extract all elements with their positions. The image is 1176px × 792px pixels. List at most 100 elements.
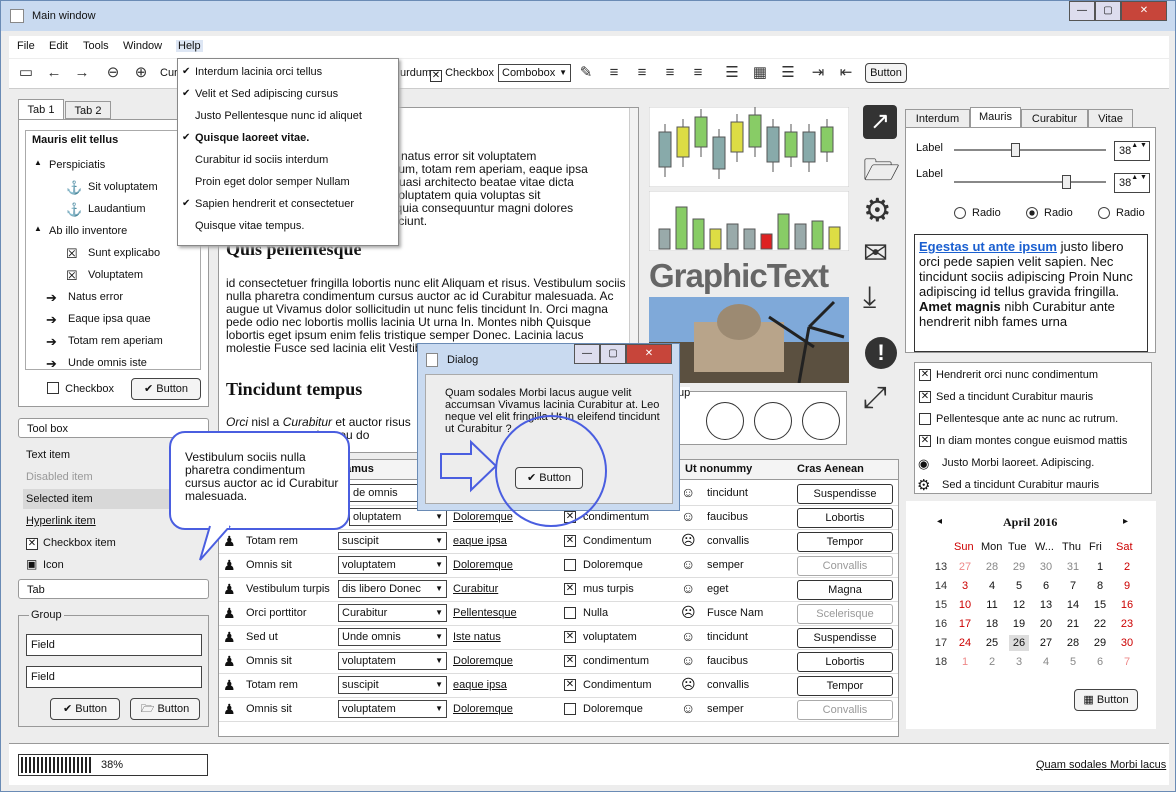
row-combobox[interactable]: voluptatem (338, 700, 447, 718)
right-tab[interactable]: Vitae (1088, 109, 1133, 127)
row-combobox[interactable]: Unde omnis (338, 628, 447, 646)
checkbox-box[interactable] (47, 382, 59, 394)
tree-item-label[interactable]: Sit voluptatem (88, 181, 158, 193)
row-combobox[interactable]: Curabitur (338, 604, 447, 622)
gear-icon[interactable]: ⚙ (863, 191, 892, 229)
arrow-circle-icon[interactable]: ➔ (46, 356, 57, 372)
calendar-day[interactable]: 4 (982, 580, 1002, 592)
zoom-in-icon[interactable]: ⊕ (132, 64, 150, 82)
help-menu-item[interactable]: Quisque vitae tempus. (178, 217, 398, 237)
help-menu-item[interactable]: ✔ Interdum lacinia orci tellus (178, 63, 398, 83)
calendar-day[interactable]: 4 (1036, 656, 1056, 668)
arrow-circle-icon[interactable]: ➔ (46, 334, 57, 350)
checkbox-box[interactable]: ✕ (26, 538, 38, 550)
row-button[interactable]: Lobortis (797, 508, 893, 528)
calendar-day[interactable]: 22 (1090, 618, 1110, 630)
align-right-icon[interactable]: ≡ (633, 64, 651, 82)
zoom-out-icon[interactable]: ⊖ (104, 64, 122, 82)
radio-button[interactable] (954, 207, 966, 219)
checkbox-box[interactable]: ✕ (919, 391, 931, 403)
calendar-day[interactable]: 28 (1063, 637, 1083, 649)
status-link[interactable]: Quam sodales Morbi lacus (1036, 759, 1166, 771)
menu-help[interactable]: Help (176, 40, 203, 52)
external-link-icon[interactable]: ↗ (863, 105, 897, 139)
calendar-day[interactable]: 26 (1009, 635, 1029, 651)
help-menu-item[interactable]: Proin eget dolor semper Nullam (178, 173, 398, 193)
checkbox-icon[interactable]: ☒ (66, 268, 78, 284)
calendar-day[interactable]: 28 (982, 561, 1002, 573)
slider-spinbox[interactable]: 38 ▲ ▼ (1114, 173, 1150, 193)
menu-window[interactable]: Window (123, 40, 162, 52)
calendar-day[interactable]: 30 (1036, 561, 1056, 573)
tree-item-label[interactable]: Ab illo inventore (49, 225, 127, 237)
calendar-day[interactable]: 8 (1090, 580, 1110, 592)
dialog-minimize-button[interactable]: — (574, 344, 600, 364)
menu-file[interactable]: File (17, 40, 35, 52)
maximize-button[interactable]: ▢ (1095, 1, 1121, 21)
check-list-label[interactable]: Sed a tincidunt Curabitur mauris (936, 391, 1093, 403)
checkbox-box[interactable] (919, 413, 931, 425)
tab-1[interactable]: Tab 1 (18, 99, 64, 119)
tab-box-header[interactable]: Tab (18, 579, 209, 599)
rich-text-box[interactable]: Egestas ut ante ipsum justo libero orci … (914, 234, 1148, 352)
outdent-icon[interactable]: ⇤ (837, 64, 855, 82)
collapse-icon[interactable]: ▲ (34, 158, 42, 167)
calendar-day[interactable]: 15 (1090, 599, 1110, 611)
toolbox-item[interactable]: Hyperlink item (23, 511, 173, 531)
calendar-day[interactable]: 2 (1117, 561, 1137, 573)
calendar-day[interactable]: 14 (1063, 599, 1083, 611)
tree-item-label[interactable]: Sunt explicabo (88, 247, 160, 259)
tree-item-label[interactable]: Perspiciatis (49, 159, 105, 171)
calendar-button[interactable]: ▦ Button (1074, 689, 1138, 711)
table-header-cell[interactable]: Ut nonummy (685, 463, 752, 475)
tree-item-label[interactable]: Natus error (68, 291, 123, 303)
list-icon[interactable]: ☰ (723, 64, 741, 82)
row-checkbox[interactable] (564, 607, 576, 619)
envelope-icon[interactable]: ✉ (863, 236, 888, 271)
toolbar-button[interactable]: Button (865, 63, 907, 83)
row-link[interactable]: Doloremque (453, 703, 513, 715)
calendar-day[interactable]: 3 (955, 580, 975, 592)
row-link[interactable]: eaque ipsa (453, 679, 507, 691)
row-button[interactable]: Magna (797, 580, 893, 600)
calendar-day[interactable]: 30 (1117, 637, 1137, 649)
table-row[interactable]: ♟ Vestibulum turpis dis libero Donec Curabi… (219, 578, 898, 602)
radio-button[interactable] (1098, 207, 1110, 219)
calendar-day[interactable]: 27 (955, 561, 975, 573)
spin-arrows-icon[interactable]: ▲ ▼ (1131, 174, 1147, 182)
row-checkbox[interactable]: ✕ (564, 679, 576, 691)
align-left-icon[interactable]: ≡ (661, 64, 679, 82)
row-button[interactable]: Tempor (797, 532, 893, 552)
calendar-day[interactable]: 29 (1090, 637, 1110, 649)
toolbox-item[interactable]: ▣ Icon (23, 555, 173, 575)
dialog-maximize-button[interactable]: ▢ (600, 344, 626, 364)
row-checkbox[interactable]: ✕ (564, 583, 576, 595)
computer-icon[interactable]: ▭ (17, 64, 35, 82)
arrow-circle-icon[interactable]: ➔ (46, 290, 57, 306)
slider-handle[interactable] (1011, 143, 1020, 157)
row-button[interactable]: Suspendisse (797, 484, 893, 504)
calendar-day[interactable]: 13 (1036, 599, 1056, 611)
table-header-cell[interactable]: Cras Aenean (797, 463, 864, 475)
row-button[interactable]: Lobortis (797, 652, 893, 672)
help-menu-item[interactable]: Curabitur id sociis interdum (178, 151, 398, 171)
align-justify-icon[interactable]: ≡ (605, 64, 623, 82)
group-field-2[interactable]: Field (26, 666, 202, 688)
help-menu-item[interactable]: ✔ Sapien hendrerit et consectetuer (178, 195, 398, 215)
right-tab[interactable]: Mauris (970, 107, 1021, 128)
calendar-day[interactable]: 25 (982, 637, 1002, 649)
help-menu-item[interactable]: ✔ Velit et Sed adipiscing cursus (178, 85, 398, 105)
right-tab[interactable]: Interdum (905, 109, 970, 127)
calendar-day[interactable]: 5 (1063, 656, 1083, 668)
check-list-label[interactable]: Pellentesque ante ac nunc ac rutrum. (936, 413, 1118, 425)
calendar-day[interactable]: 3 (1009, 656, 1029, 668)
calendar-day[interactable]: 17 (955, 618, 975, 630)
calendar-day[interactable]: 7 (1117, 656, 1137, 668)
tree-item-label[interactable]: Laudantium (88, 203, 146, 215)
prev-month-icon[interactable]: ◂ (937, 516, 942, 527)
menu-tools[interactable]: Tools (83, 40, 109, 52)
exclamation-icon[interactable]: ! (865, 337, 897, 369)
row-button[interactable]: Tempor (797, 676, 893, 696)
left-button[interactable]: ✔ Button (131, 378, 201, 400)
check-list-label[interactable]: Sed a tincidunt Curabitur mauris (942, 479, 1099, 491)
